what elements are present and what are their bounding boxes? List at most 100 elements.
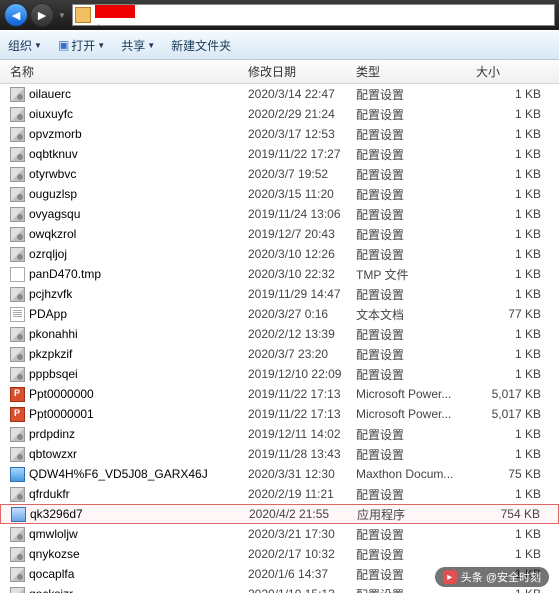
table-row[interactable]: Ppt00000012019/11/22 17:13Microsoft Powe… [0,404,559,424]
table-row[interactable]: panD470.tmp2020/3/10 22:32TMP 文件1 KB [0,264,559,284]
file-name: opvzmorb [29,127,82,141]
titlebar: ◄ ► ▼ 计算机▸Win7 (C:)▸用户▸xx▸AppData▸Local▸… [0,0,559,30]
file-date: 2020/2/17 10:32 [248,547,356,561]
chevron-down-icon: ▼ [147,41,155,50]
col-date[interactable]: 修改日期 [248,63,356,80]
file-size: 1 KB [476,227,559,241]
col-size[interactable]: 大小 [476,63,559,80]
config-icon [10,567,25,582]
table-row[interactable]: oilauerc2020/3/14 22:47配置设置1 KB [0,84,559,104]
table-row[interactable]: opvzmorb2020/3/17 12:53配置设置1 KB [0,124,559,144]
config-icon [10,227,25,242]
config-icon [10,427,25,442]
table-row[interactable]: qk3296d72020/4/2 21:55应用程序754 KB [0,504,559,524]
table-row[interactable]: oiuxuyfc2020/2/29 21:24配置设置1 KB [0,104,559,124]
new-folder-button[interactable]: 新建文件夹 [171,37,231,54]
file-date: 2020/4/2 21:55 [249,507,357,521]
file-type: 配置设置 [356,486,476,503]
file-type: 配置设置 [356,426,476,443]
file-size: 1 KB [476,327,559,341]
file-name: pppbsqei [29,367,78,381]
file-name: panD470.tmp [29,267,101,281]
config-icon [10,87,25,102]
table-row[interactable]: ozrqljoj2020/3/10 12:26配置设置1 KB [0,244,559,264]
file-type: 配置设置 [356,146,476,163]
table-row[interactable]: ouguzlsp2020/3/15 11:20配置设置1 KB [0,184,559,204]
file-date: 2020/3/7 19:52 [248,167,356,181]
table-row[interactable]: QDW4H%F6_VD5J08_GARX46J2020/3/31 12:30Ma… [0,464,559,484]
file-size: 1 KB [476,147,559,161]
file-size: 1 KB [476,127,559,141]
file-name: ovyagsqu [29,207,80,221]
table-row[interactable]: qnykozse 2020/2/17 10:32配置设置1 KB [0,544,559,564]
file-size: 1 KB [476,487,559,501]
chevron-down-icon: ▼ [97,41,105,50]
ppt-icon [10,387,25,402]
file-date: 2020/3/21 17:30 [248,527,356,541]
table-row[interactable]: oqbtknuv 2019/11/22 17:27配置设置1 KB [0,144,559,164]
file-type: 配置设置 [356,286,476,303]
config-icon [10,287,25,302]
exe-icon [11,507,26,522]
file-type: 配置设置 [356,126,476,143]
file-date: 2019/11/29 14:47 [248,287,356,301]
table-row[interactable]: qbtowzxr2019/11/28 13:43配置设置1 KB [0,444,559,464]
nav-history-dropdown[interactable]: ▼ [56,5,68,25]
file-size: 1 KB [476,107,559,121]
nav-forward-button[interactable]: ► [30,3,54,27]
file-date: 2019/11/22 17:27 [248,147,356,161]
file-name: qocksizr [29,587,73,593]
table-row[interactable]: pppbsqei2019/12/10 22:09配置设置1 KB [0,364,559,384]
file-type: 配置设置 [356,346,476,363]
table-row[interactable]: pkzpkzif2020/3/7 23:20配置设置1 KB [0,344,559,364]
nav-back-button[interactable]: ◄ [4,3,28,27]
file-date: 2020/3/31 12:30 [248,467,356,481]
column-headers: 名称 修改日期 类型 大小 [0,60,559,84]
col-type[interactable]: 类型 [356,63,476,80]
file-type: 配置设置 [356,326,476,343]
share-menu[interactable]: 共享 ▼ [121,37,155,54]
file-date: 2019/11/24 13:06 [248,207,356,221]
file-size: 1 KB [476,267,559,281]
file-name: oqbtknuv [29,147,78,161]
table-row[interactable]: qfrdukfr2020/2/19 11:21配置设置1 KB [0,484,559,504]
file-name: QDW4H%F6_VD5J08_GARX46J [29,467,208,481]
file-size: 1 KB [476,367,559,381]
toolbar: 组织 ▼ ▣ 打开 ▼ 共享 ▼ 新建文件夹 [0,30,559,60]
file-type: 配置设置 [356,546,476,563]
file-date: 2020/2/19 11:21 [248,487,356,501]
file-date: 2019/11/22 17:13 [248,387,356,401]
table-row[interactable]: owqkzrol2019/12/7 20:43配置设置1 KB [0,224,559,244]
file-size: 5,017 KB [476,407,559,421]
address-bar[interactable]: 计算机▸Win7 (C:)▸用户▸xx▸AppData▸Local▸Temp▸ [72,4,555,26]
col-name[interactable]: 名称 [0,63,248,80]
file-date: 2019/12/7 20:43 [248,227,356,241]
config-icon [10,207,25,222]
table-row[interactable]: qmwloljw2020/3/21 17:30配置设置1 KB [0,524,559,544]
file-name: oiuxuyfc [29,107,73,121]
tmp-icon [10,267,25,282]
table-row[interactable]: PDApp2020/3/27 0:16文本文档77 KB [0,304,559,324]
file-name: qnykozse [29,547,80,561]
file-size: 1 KB [476,547,559,561]
file-date: 2020/3/7 23:20 [248,347,356,361]
table-row[interactable]: ovyagsqu2019/11/24 13:06配置设置1 KB [0,204,559,224]
file-size: 75 KB [476,467,559,481]
file-size: 1 KB [476,167,559,181]
file-name: qocaplfa [29,567,74,581]
breadcrumb-item[interactable]: xx [95,4,146,18]
file-name: qmwloljw [29,527,78,541]
file-name: pkzpkzif [29,347,72,361]
file-size: 1 KB [476,287,559,301]
file-type: 配置设置 [356,86,476,103]
file-size: 1 KB [476,587,559,593]
open-button[interactable]: ▣ 打开 ▼ [58,37,105,54]
organize-menu[interactable]: 组织 ▼ [8,37,42,54]
table-row[interactable]: prdpdinz2019/12/11 14:02配置设置1 KB [0,424,559,444]
file-date: 2020/3/10 12:26 [248,247,356,261]
table-row[interactable]: pkonahhi2020/2/12 13:39配置设置1 KB [0,324,559,344]
table-row[interactable]: Ppt00000002019/11/22 17:13Microsoft Powe… [0,384,559,404]
table-row[interactable]: otyrwbvc2020/3/7 19:52配置设置1 KB [0,164,559,184]
file-size: 754 KB [477,507,558,521]
table-row[interactable]: pcjhzvfk2019/11/29 14:47配置设置1 KB [0,284,559,304]
